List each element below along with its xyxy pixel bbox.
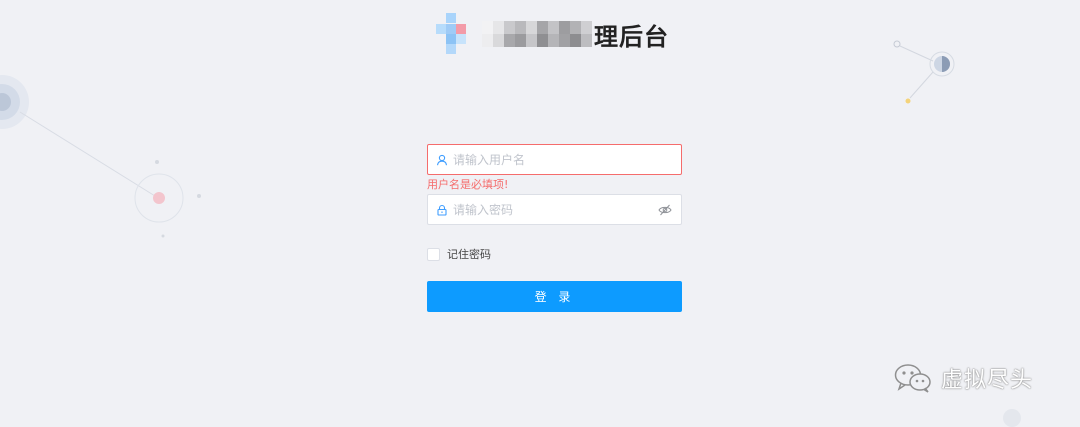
password-field[interactable] [427, 194, 682, 225]
brand-header: 理后台 [434, 12, 669, 56]
wechat-icon [894, 364, 931, 393]
remember-password: 记住密码 [427, 246, 682, 262]
password-input[interactable] [449, 195, 657, 224]
watermark-text: 虚拟尽头 [941, 368, 1034, 393]
username-field[interactable] [427, 144, 682, 175]
watermark: 虚拟尽头 [893, 362, 1033, 394]
lock-icon [435, 203, 449, 217]
username-input[interactable] [449, 145, 681, 174]
user-icon [435, 153, 449, 167]
login-button[interactable]: 登 录 [427, 281, 682, 312]
remember-checkbox[interactable] [427, 247, 440, 261]
logo [434, 13, 476, 55]
eye-off-icon[interactable] [657, 202, 673, 218]
username-error-message: 用户名是必填项! [427, 178, 509, 191]
page-title: 理后台 [594, 22, 669, 51]
brand-name-redacted [482, 21, 592, 47]
login-form: 用户名是必填项! 记住密码 登 录 [427, 144, 682, 312]
remember-label[interactable]: 记住密码 [447, 246, 491, 262]
